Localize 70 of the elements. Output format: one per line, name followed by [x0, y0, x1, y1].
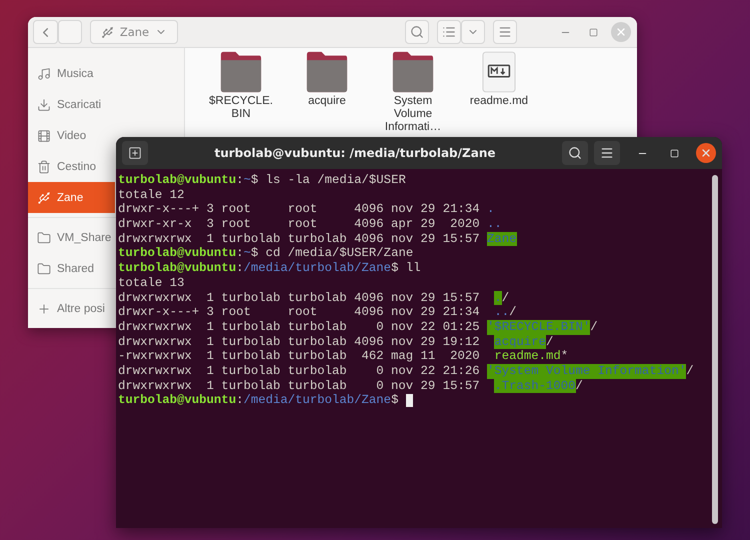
- download-icon: [37, 98, 51, 112]
- terminal-line: totale 12: [118, 188, 186, 202]
- terminal-line: turbolab@vubuntu:~$ cd /media/$USER/Zane: [118, 246, 414, 262]
- terminal-line: drwxrwxrwx 1 turbolab turbolab 4096 nov 29 15:57 Zane: [118, 232, 518, 246]
- folder-icon: [305, 51, 349, 93]
- terminal-line: drwxr-xr-x 3 root root 4096 apr 29 2020 ..: [118, 217, 503, 232]
- sidebar-label: Altre posi: [57, 302, 105, 314]
- maximize-icon: [588, 28, 598, 36]
- terminal-line: drwxr-x---+ 3 root root 4096 nov 29 21:34 ../: [118, 305, 518, 320]
- list-icon: [442, 25, 456, 39]
- back-button[interactable]: [33, 20, 58, 44]
- file-name[interactable]: System Volume Informati…: [380, 95, 446, 134]
- sidebar-label: Scaricati: [57, 98, 102, 110]
- sidebar-item[interactable]: Video: [28, 120, 115, 151]
- terminal-line: drwxrwxrwx 1 turbolab turbolab 0 nov 22 21:26 'System Volume Information'/: [118, 364, 695, 379]
- text-cursor: [406, 394, 413, 408]
- sidebar-item[interactable]: VM_Share: [28, 222, 115, 253]
- search-button[interactable]: [562, 141, 588, 165]
- terminal-line: turbolab@vubuntu:/media/turbolab/Zane$ ll: [118, 261, 422, 276]
- usb-icon: [100, 26, 114, 38]
- sidebar-label: Shared: [57, 262, 94, 274]
- terminal-line: -rwxrwxrwx 1 turbolab turbolab 462 mag 11 2020 readme.md*: [118, 349, 570, 364]
- sidebar-label: Cestino: [57, 160, 96, 172]
- sidebar-label: Musica: [57, 68, 94, 80]
- folder-icon: [391, 51, 435, 93]
- terminal-line: drwxrwxrwx 1 turbolab turbolab 0 nov 29 15:57 .Trash-1000/: [118, 378, 584, 394]
- sidebar-item[interactable]: Scaricati: [28, 89, 115, 120]
- sidebar-label: VM_Share: [57, 232, 112, 244]
- menu-icon: [498, 25, 512, 39]
- menu-icon: [600, 146, 614, 160]
- location-label: Zane: [120, 25, 150, 39]
- folder-icon: [37, 262, 51, 276]
- menu-button[interactable]: [594, 141, 620, 165]
- close-button[interactable]: [696, 143, 716, 163]
- file-name[interactable]: readme.md: [466, 95, 532, 108]
- film-icon: [37, 128, 51, 142]
- window-title: turbolab@vubuntu: /media/turbolab/Zane: [213, 146, 497, 160]
- new-tab-button[interactable]: [122, 141, 148, 165]
- file-name[interactable]: $RECYCLE.BIN: [208, 95, 274, 121]
- folder-icon: [219, 51, 263, 93]
- terminal-line: drwxrwxrwx 1 turbolab turbolab 4096 nov 29 15:57 ./: [118, 290, 510, 306]
- usb-icon: [37, 190, 51, 204]
- sidebar-item[interactable]: Altre posi: [28, 293, 115, 324]
- file-name[interactable]: acquire: [294, 95, 360, 108]
- maximize-icon: [670, 148, 678, 158]
- list-view-button[interactable]: [437, 20, 461, 44]
- terminal-line: turbolab@vubuntu:~$ ls -la /media/$USER: [118, 173, 407, 188]
- scrollbar[interactable]: [712, 175, 718, 524]
- sidebar-label: Zane: [57, 192, 84, 204]
- sidebar-item[interactable]: Cestino: [28, 151, 115, 182]
- folder-icon: [37, 230, 51, 244]
- markdown-file-icon: [482, 51, 516, 93]
- terminal-line: turbolab@vubuntu:/media/turbolab/Zane$: [118, 393, 712, 408]
- sidebar-item[interactable]: Musica: [28, 58, 115, 89]
- plus-icon: [128, 146, 142, 160]
- search-icon: [568, 146, 582, 160]
- sidebar-label: Video: [57, 130, 86, 142]
- sidebar-item[interactable]: Shared: [28, 253, 115, 284]
- terminal-line: drwxrwxrwx 1 turbolab turbolab 0 nov 22 01:25 '$RECYCLE.BIN'/: [118, 320, 599, 335]
- trash-icon: [37, 160, 51, 174]
- search-icon: [410, 25, 424, 39]
- close-icon: [615, 26, 627, 38]
- terminal-line: drwxr-x---+ 3 root root 4096 nov 29 21:34 .: [118, 202, 496, 218]
- close-icon: [700, 147, 712, 159]
- terminal-line: totale 13: [118, 276, 186, 290]
- plus-icon: [37, 302, 51, 316]
- location-button[interactable]: Zane: [90, 20, 178, 44]
- sidebar-item[interactable]: Zane: [28, 182, 115, 213]
- terminal-line: drwxrwxrwx 1 turbolab turbolab 4096 nov 29 19:12 acquire/: [118, 334, 554, 350]
- music-icon: [37, 66, 51, 80]
